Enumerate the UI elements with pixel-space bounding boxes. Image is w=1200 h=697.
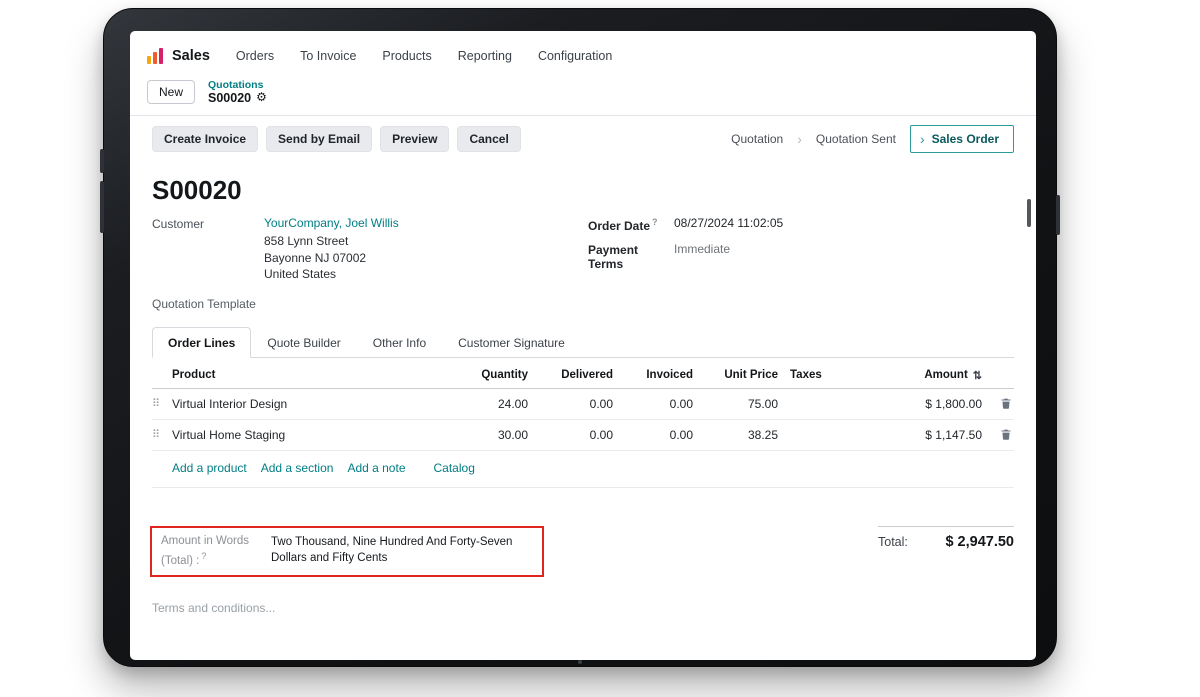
- col-product[interactable]: Product: [172, 369, 440, 381]
- status-step-sales-order[interactable]: › Sales Order: [910, 125, 1014, 153]
- delete-row-button[interactable]: [984, 428, 1014, 441]
- breadcrumb-parent[interactable]: Quotations: [208, 79, 267, 91]
- nav-item-to-invoice[interactable]: To Invoice: [300, 49, 356, 63]
- total-label: Total:: [878, 535, 908, 549]
- status-step-quotation[interactable]: Quotation: [727, 127, 787, 151]
- help-icon[interactable]: ?: [201, 551, 206, 561]
- amount-in-words-label: Amount in Words (Total) :?: [161, 534, 258, 569]
- record-title: S00020: [152, 175, 1014, 206]
- cell-unit-price[interactable]: 75.00: [695, 397, 780, 411]
- cell-unit-price[interactable]: 38.25: [695, 428, 780, 442]
- table-header-row: Product Quantity Delivered Invoiced Unit…: [152, 364, 1014, 389]
- quotation-template-label[interactable]: Quotation Template: [152, 296, 256, 311]
- customer-address-line-2: Bayonne NJ 07002: [264, 250, 399, 267]
- camera-dot: [578, 660, 582, 664]
- nav-item-configuration[interactable]: Configuration: [538, 49, 612, 63]
- statusbar: Quotation › Quotation Sent › Sales Order: [727, 125, 1014, 153]
- action-row: Create Invoice Send by Email Preview Can…: [130, 116, 1036, 161]
- amount-in-words-value: Two Thousand, Nine Hundred And Forty-Sev…: [271, 534, 533, 569]
- screen: Sales Orders To Invoice Products Reporti…: [130, 31, 1036, 660]
- volume-down-button: [100, 181, 104, 233]
- app-brand[interactable]: Sales: [147, 48, 210, 64]
- chevron-right-icon: ›: [797, 131, 802, 147]
- create-invoice-button[interactable]: Create Invoice: [152, 126, 258, 152]
- col-amount[interactable]: Amount ⇅: [900, 369, 984, 382]
- sort-icon[interactable]: ⇅: [973, 369, 982, 382]
- order-lines-table: Product Quantity Delivered Invoiced Unit…: [152, 364, 1014, 488]
- customer-label: Customer: [152, 216, 264, 283]
- catalog-link[interactable]: Catalog: [434, 461, 475, 475]
- status-step-quotation-sent[interactable]: Quotation Sent: [812, 127, 900, 151]
- nav-item-reporting[interactable]: Reporting: [458, 49, 512, 63]
- payment-terms-label: Payment Terms: [588, 242, 674, 271]
- volume-up-button: [100, 149, 104, 173]
- nav-item-products[interactable]: Products: [382, 49, 431, 63]
- order-date-value[interactable]: 08/27/2024 11:02:05: [674, 216, 783, 233]
- customer-link[interactable]: YourCompany, Joel Willis: [264, 216, 399, 230]
- cancel-button[interactable]: Cancel: [457, 126, 520, 152]
- col-taxes[interactable]: Taxes: [780, 369, 900, 381]
- col-invoiced[interactable]: Invoiced: [615, 369, 695, 381]
- tab-order-lines[interactable]: Order Lines: [152, 327, 251, 358]
- delete-row-button[interactable]: [984, 397, 1014, 410]
- add-product-link[interactable]: Add a product: [172, 461, 247, 475]
- payment-terms-value[interactable]: Immediate: [674, 242, 730, 271]
- nav-menu: Orders To Invoice Products Reporting Con…: [236, 49, 612, 63]
- add-section-link[interactable]: Add a section: [261, 461, 334, 475]
- top-navbar: Sales Orders To Invoice Products Reporti…: [130, 31, 1036, 75]
- tab-customer-signature[interactable]: Customer Signature: [442, 327, 581, 358]
- notebook-tabs: Order Lines Quote Builder Other Info Cus…: [152, 327, 1014, 358]
- cell-quantity[interactable]: 30.00: [440, 428, 530, 442]
- cell-product[interactable]: Virtual Home Staging: [172, 428, 440, 442]
- order-line-row-1: ⠿ Virtual Interior Design 24.00 0.00 0.0…: [152, 389, 1014, 420]
- cell-delivered[interactable]: 0.00: [530, 428, 615, 442]
- cell-invoiced[interactable]: 0.00: [615, 428, 695, 442]
- tab-other-info[interactable]: Other Info: [357, 327, 442, 358]
- control-panel: New Quotations S00020 ⚙: [130, 75, 1036, 115]
- drag-handle-icon[interactable]: ⠿: [152, 428, 172, 441]
- breadcrumb-current: S00020: [208, 91, 251, 105]
- status-step-label: Sales Order: [932, 132, 999, 146]
- power-button: [1056, 195, 1060, 235]
- drag-handle-icon[interactable]: ⠿: [152, 397, 172, 410]
- line-actions: Add a product Add a section Add a note C…: [152, 451, 1014, 488]
- cell-delivered[interactable]: 0.00: [530, 397, 615, 411]
- add-note-link[interactable]: Add a note: [347, 461, 405, 475]
- order-date-label: Order Date?: [588, 216, 674, 233]
- totals-row: Amount in Words (Total) :? Two Thousand,…: [152, 526, 1014, 577]
- action-buttons: Create Invoice Send by Email Preview Can…: [152, 126, 521, 152]
- order-line-row-2: ⠿ Virtual Home Staging 30.00 0.00 0.00 3…: [152, 420, 1014, 451]
- tab-quote-builder[interactable]: Quote Builder: [251, 327, 356, 358]
- new-button[interactable]: New: [147, 80, 195, 104]
- scrollbar-thumb[interactable]: [1027, 199, 1031, 227]
- nav-item-orders[interactable]: Orders: [236, 49, 274, 63]
- cell-amount: $ 1,147.50: [900, 428, 984, 442]
- preview-button[interactable]: Preview: [380, 126, 449, 152]
- gear-icon[interactable]: ⚙: [256, 91, 267, 105]
- chevron-right-icon: ›: [920, 131, 925, 147]
- cell-invoiced[interactable]: 0.00: [615, 397, 695, 411]
- customer-address-line-1: 858 Lynn Street: [264, 233, 399, 250]
- cell-product[interactable]: Virtual Interior Design: [172, 397, 440, 411]
- tablet-frame: Sales Orders To Invoice Products Reporti…: [103, 8, 1057, 667]
- total-box: Total: $ 2,947.50: [878, 526, 1014, 550]
- col-quantity[interactable]: Quantity: [440, 369, 530, 381]
- field-group: Customer YourCompany, Joel Willis 858 Ly…: [152, 216, 1014, 311]
- amount-in-words-highlight: Amount in Words (Total) :? Two Thousand,…: [150, 526, 544, 577]
- col-delivered[interactable]: Delivered: [530, 369, 615, 381]
- help-icon[interactable]: ?: [652, 217, 658, 227]
- send-by-email-button[interactable]: Send by Email: [266, 126, 372, 152]
- trash-icon: [1000, 428, 1012, 441]
- customer-address-line-3: United States: [264, 266, 399, 283]
- app-name: Sales: [172, 48, 210, 64]
- breadcrumb: Quotations S00020 ⚙: [208, 79, 267, 105]
- terms-placeholder[interactable]: Terms and conditions...: [152, 601, 1014, 615]
- col-unit-price[interactable]: Unit Price: [695, 369, 780, 381]
- total-value: $ 2,947.50: [945, 534, 1014, 550]
- form-sheet: S00020 Customer YourCompany, Joel Willis…: [130, 175, 1036, 614]
- cell-amount: $ 1,800.00: [900, 397, 984, 411]
- trash-icon: [1000, 397, 1012, 410]
- sales-app-icon: [147, 48, 165, 64]
- cell-quantity[interactable]: 24.00: [440, 397, 530, 411]
